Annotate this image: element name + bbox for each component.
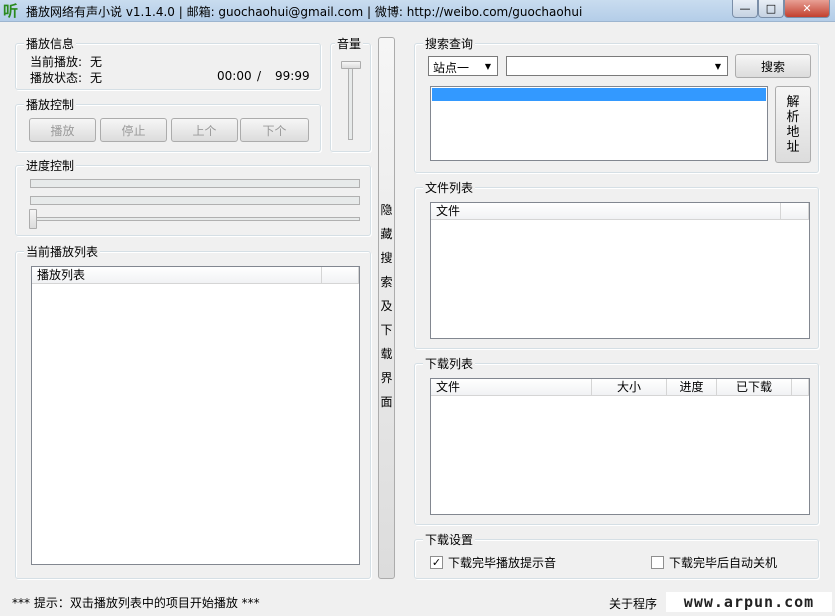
- play-status-label: 播放状态:: [30, 71, 83, 85]
- download-column-size[interactable]: 大小: [592, 379, 667, 396]
- play-status-value: 无: [90, 71, 103, 85]
- progress-bar-2: [30, 196, 360, 205]
- maximize-button[interactable]: □: [758, 0, 784, 18]
- playlist-listview[interactable]: 播放列表: [31, 266, 360, 565]
- app-icon: 听: [3, 2, 19, 20]
- toggle-char: 面: [380, 395, 393, 409]
- download-column-progress[interactable]: 进度: [667, 379, 717, 396]
- parse-char: 析: [786, 109, 800, 125]
- site-select-value: 站点一: [433, 61, 470, 75]
- search-button[interactable]: 搜索: [735, 54, 811, 78]
- window-title: 播放网络有声小说 v1.1.4.0 | 邮箱: guochaohui@gmail…: [26, 5, 583, 19]
- title-bar: 听 播放网络有声小说 v1.1.4.0 | 邮箱: guochaohui@gma…: [0, 0, 835, 22]
- auto-shutdown-checkbox[interactable]: [651, 556, 664, 569]
- site-select[interactable]: 站点一 ▼: [428, 56, 498, 76]
- search-group: 搜索查询 站点一 ▼ ▼ 搜索 解 析 地 址: [414, 35, 819, 173]
- stop-button[interactable]: 停止: [100, 118, 167, 142]
- toggle-char: 界: [380, 371, 393, 385]
- volume-group: 音量: [330, 35, 371, 152]
- playlist-legend: 当前播放列表: [24, 243, 101, 260]
- play-sound-option[interactable]: ✓ 下载完毕播放提示音: [430, 554, 556, 571]
- parse-address-button[interactable]: 解 析 地 址: [775, 86, 811, 163]
- download-listview[interactable]: 文件 大小 进度 已下载: [430, 378, 810, 515]
- about-program-link[interactable]: 关于程序: [609, 595, 657, 612]
- search-legend: 搜索查询: [423, 35, 476, 52]
- file-column-filler: [781, 203, 809, 220]
- toggle-char: 下: [380, 323, 393, 337]
- playlist-column-filler: [322, 267, 359, 284]
- time-elapsed: 00:00: [217, 69, 252, 83]
- play-sound-label: 下载完毕播放提示音: [448, 556, 557, 570]
- status-bar: *** 提示：双击播放列表中的项目开始播放 *** 关于程序 www.arpun…: [0, 591, 835, 616]
- watermark: www.arpun.com: [666, 592, 832, 612]
- file-column-header[interactable]: 文件: [431, 203, 781, 220]
- toggle-char: 索: [380, 275, 393, 289]
- minimize-icon: —: [739, 2, 751, 15]
- seek-track: [34, 217, 360, 221]
- toggle-char: 搜: [380, 251, 393, 265]
- volume-slider-thumb[interactable]: [341, 61, 361, 69]
- progress-control-group: 进度控制: [15, 157, 371, 236]
- parse-char: 址: [786, 139, 800, 155]
- download-list-legend: 下载列表: [423, 355, 476, 372]
- download-column-filler: [792, 379, 809, 396]
- chevron-down-icon: ▼: [484, 61, 492, 71]
- toggle-char: 藏: [380, 227, 393, 241]
- search-query-combo[interactable]: ▼: [506, 56, 728, 76]
- parse-char: 解: [786, 94, 800, 110]
- playback-info-legend: 播放信息: [24, 35, 77, 52]
- search-results-list[interactable]: [430, 86, 768, 161]
- seek-slider-thumb[interactable]: [29, 209, 37, 229]
- chevron-down-icon: ▼: [714, 61, 722, 71]
- parse-char: 地: [786, 124, 800, 140]
- progress-bar-1: [30, 179, 360, 188]
- next-button[interactable]: 下个: [240, 118, 309, 142]
- playback-info-group: 播放信息 当前播放: 无 播放状态: 无 00:00 / 99:99: [15, 35, 321, 90]
- auto-shutdown-option[interactable]: 下载完毕后自动关机: [651, 554, 777, 571]
- toggle-char: 隐: [380, 203, 393, 217]
- volume-legend: 音量: [335, 35, 364, 52]
- toggle-char: 载: [380, 347, 393, 361]
- file-list-group: 文件列表 文件: [414, 179, 819, 349]
- current-playing-value: 无: [90, 55, 103, 69]
- volume-track: [348, 64, 353, 140]
- download-column-downloaded[interactable]: 已下载: [717, 379, 792, 396]
- play-sound-checkbox[interactable]: ✓: [430, 556, 443, 569]
- playback-control-group: 播放控制 播放 停止 上个 下个: [15, 96, 321, 152]
- playback-control-legend: 播放控制: [24, 96, 77, 113]
- download-settings-legend: 下载设置: [423, 531, 476, 548]
- file-list-legend: 文件列表: [423, 179, 476, 196]
- playlist-column-header[interactable]: 播放列表: [32, 267, 322, 284]
- playlist-group: 当前播放列表 播放列表: [15, 243, 371, 579]
- status-hint: *** 提示：双击播放列表中的项目开始播放 ***: [12, 596, 260, 610]
- download-list-group: 下载列表 文件 大小 进度 已下载: [414, 355, 819, 525]
- toggle-char: 及: [380, 299, 393, 313]
- close-button[interactable]: ✕: [784, 0, 830, 18]
- minimize-button[interactable]: —: [732, 0, 758, 18]
- previous-button[interactable]: 上个: [171, 118, 238, 142]
- auto-shutdown-label: 下载完毕后自动关机: [669, 556, 778, 570]
- play-button[interactable]: 播放: [29, 118, 96, 142]
- close-icon: ✕: [802, 2, 812, 15]
- maximize-icon: □: [765, 2, 777, 15]
- progress-control-legend: 进度控制: [24, 157, 77, 174]
- download-column-file[interactable]: 文件: [431, 379, 592, 396]
- time-separator: /: [257, 69, 262, 83]
- current-playing-label: 当前播放:: [30, 55, 83, 69]
- selected-result-row[interactable]: [432, 88, 766, 101]
- toggle-search-download-button[interactable]: 隐 藏 搜 索 及 下 载 界 面: [378, 37, 395, 579]
- file-listview[interactable]: 文件: [430, 202, 810, 339]
- download-settings-group: 下载设置 ✓ 下载完毕播放提示音 下载完毕后自动关机: [414, 531, 819, 579]
- time-total: 99:99: [275, 69, 310, 83]
